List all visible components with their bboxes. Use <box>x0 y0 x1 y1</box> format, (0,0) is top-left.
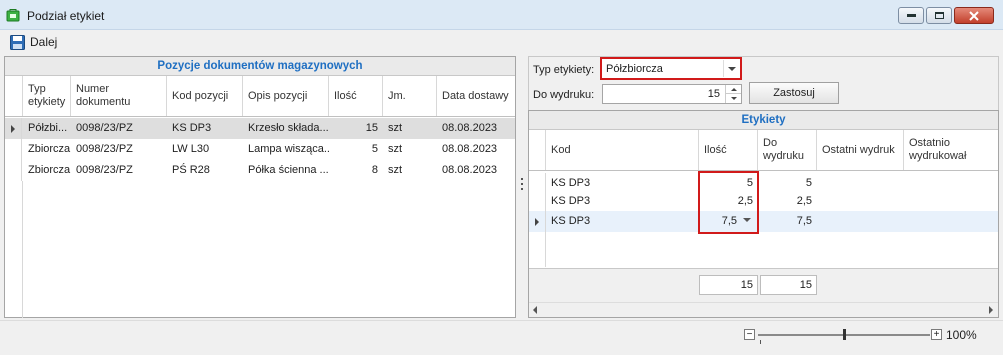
table-row[interactable]: Zbiorcza 0098/23/PZ PŚ R28 Półka ścienna… <box>5 160 515 181</box>
zoom-level: 100% <box>946 328 977 342</box>
print-quantity-spinner[interactable]: 15 <box>602 84 742 104</box>
row-indicator <box>5 160 22 181</box>
cell-jm[interactable]: szt <box>383 160 437 181</box>
col-header-numer[interactable]: Numer dokumentu <box>71 76 167 116</box>
label-do-wydruku: Do wydruku: <box>533 89 595 101</box>
total-do-wydruku: 15 <box>760 275 817 295</box>
cell-jm[interactable]: szt <box>383 139 437 160</box>
splitter-grip-dot <box>521 188 523 190</box>
cell-do-wydruku[interactable]: 7,5 <box>758 211 817 232</box>
cell-kod[interactable]: KS DP3 <box>546 211 699 232</box>
table-row[interactable]: Zbiorcza 0098/23/PZ LW L30 Lampa wisząca… <box>5 139 515 160</box>
grid-footer: 15 15 <box>529 268 998 302</box>
save-icon <box>10 34 25 50</box>
cell-do-wydruku[interactable]: 2,5 <box>758 191 817 212</box>
cell-jm[interactable]: szt <box>383 118 437 139</box>
minimize-icon <box>906 14 916 17</box>
cell-typ[interactable]: Zbiorcza <box>23 139 71 160</box>
col-header-kod[interactable]: Kod <box>546 130 699 170</box>
col-header-ostatni-wydruk[interactable]: Ostatni wydruk <box>817 130 904 170</box>
cell-kod[interactable]: PŚ R28 <box>167 160 243 181</box>
cell-opis[interactable]: Półka ścienna ... <box>243 160 329 181</box>
col-header-ilosc[interactable]: Ilość <box>329 76 383 116</box>
col-header-kod[interactable]: Kod pozycji <box>167 76 243 116</box>
cell-ilosc[interactable]: 15 <box>329 118 383 139</box>
row-indicator-column <box>529 232 546 267</box>
cell-ilosc[interactable]: 5 <box>329 139 383 160</box>
zoom-in-button[interactable]: + <box>931 329 942 340</box>
panel-splitter[interactable] <box>518 56 526 318</box>
label-typ-etykiety: Typ etykiety: <box>533 64 595 76</box>
row-indicator <box>5 139 22 160</box>
col-header-data[interactable]: Data dostawy <box>437 76 515 116</box>
cell-typ[interactable]: Zbiorcza <box>23 160 71 181</box>
labels-grid-panel: Etykiety Kod Ilość Do wydruku Ostatni wy… <box>528 110 999 318</box>
left-grid-panel: Pozycje dokumentów magazynowych Typ etyk… <box>4 56 516 318</box>
zoom-slider-tick <box>760 340 761 344</box>
window-title: Podział etykiet <box>27 9 105 23</box>
next-button[interactable]: Dalej <box>10 33 57 51</box>
app-icon <box>6 8 20 22</box>
total-ilosc: 15 <box>699 275 758 295</box>
cell-opis[interactable]: Krzesło składa... <box>243 118 329 139</box>
cell-kod[interactable]: KS DP3 <box>546 191 699 212</box>
zoom-out-button[interactable]: − <box>744 329 755 340</box>
cell-opis[interactable]: Lampa wisząca... <box>243 139 329 160</box>
minimize-button[interactable] <box>898 7 924 24</box>
cell-kod[interactable]: KS DP3 <box>167 118 243 139</box>
status-bar <box>0 320 1003 355</box>
table-row[interactable]: KS DP3 2,5 2,5 <box>529 191 998 212</box>
row-indicator <box>529 191 546 212</box>
col-header-ilosc[interactable]: Ilość <box>699 130 758 170</box>
cell-numer[interactable]: 0098/23/PZ <box>71 118 167 139</box>
dropdown-arrow-icon[interactable] <box>723 60 740 77</box>
cell-ilosc[interactable]: 8 <box>329 160 383 181</box>
cell-numer[interactable]: 0098/23/PZ <box>71 139 167 160</box>
cell-numer[interactable]: 0098/23/PZ <box>71 160 167 181</box>
toolbar <box>0 30 1003 54</box>
table-row[interactable]: Półzbi... 0098/23/PZ KS DP3 Krzesło skła… <box>5 118 515 139</box>
row-indicator-column <box>5 181 23 318</box>
col-header-typ[interactable]: Typ etykiety <box>23 76 71 116</box>
print-quantity-value: 15 <box>707 88 720 100</box>
label-type-value: Półzbiorcza <box>606 63 663 75</box>
maximize-icon <box>934 12 944 19</box>
row-indicator-header <box>5 76 23 116</box>
current-row-arrow-icon <box>11 125 15 133</box>
cell-data[interactable]: 08.08.2023 <box>437 160 515 181</box>
cell-data[interactable]: 08.08.2023 <box>437 139 515 160</box>
col-header-opis[interactable]: Opis pozycji <box>243 76 329 116</box>
labels-grid-caption: Etykiety <box>529 111 998 130</box>
label-type-select[interactable]: Półzbiorcza <box>600 57 742 80</box>
col-header-jm[interactable]: Jm. <box>383 76 437 116</box>
cell-kod[interactable]: LW L30 <box>167 139 243 160</box>
col-header-ostatnio-wydrukowal[interactable]: Ostatnio wydrukował <box>904 130 998 170</box>
ilosc-highlight-box <box>698 171 759 234</box>
next-button-label: Dalej <box>30 35 58 49</box>
spin-up-icon[interactable] <box>725 85 741 94</box>
left-grid-caption: Pozycje dokumentów magazynowych <box>5 57 515 76</box>
splitter-grip-dot <box>521 183 523 185</box>
row-indicator-header <box>529 130 546 170</box>
cell-typ[interactable]: Półzbi... <box>23 118 71 139</box>
spin-down-icon[interactable] <box>725 94 741 103</box>
col-header-do-wydruku[interactable]: Do wydruku <box>758 130 817 170</box>
close-button[interactable] <box>954 7 994 24</box>
horizontal-scrollbar[interactable] <box>529 302 998 317</box>
maximize-button[interactable] <box>926 7 952 24</box>
cell-data[interactable]: 08.08.2023 <box>437 118 515 139</box>
zoom-slider-thumb[interactable] <box>843 329 846 340</box>
labels-grid-header: Kod Ilość Do wydruku Ostatni wydruk Osta… <box>529 130 998 171</box>
scroll-right-icon[interactable] <box>989 306 993 314</box>
splitter-grip-dot <box>521 178 523 180</box>
scroll-left-icon[interactable] <box>533 306 537 314</box>
row-indicator <box>529 211 546 232</box>
apply-button[interactable]: Zastosuj <box>749 82 839 104</box>
title-bar <box>0 0 1003 30</box>
row-indicator <box>5 118 22 139</box>
current-row-arrow-icon <box>535 218 539 226</box>
left-grid-header: Typ etykiety Numer dokumentu Kod pozycji… <box>5 76 515 117</box>
table-row[interactable]: KS DP3 7,5 7,5 <box>529 211 998 232</box>
close-icon <box>969 10 979 21</box>
